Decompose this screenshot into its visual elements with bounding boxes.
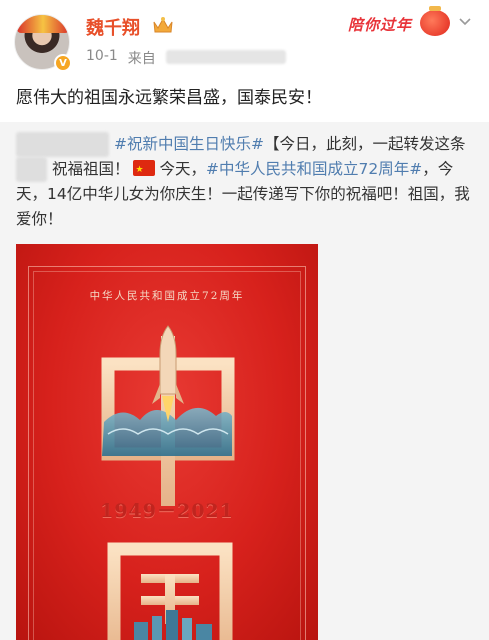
topic-link-birthday[interactable]: #祝新中国生日快乐# (114, 135, 264, 153)
promo-badge-text: 陪你过年 (348, 16, 413, 34)
lantern-icon (420, 6, 450, 36)
chevron-down-icon[interactable] (458, 14, 472, 28)
repost-author-blurred[interactable]: @某某某某某 (16, 132, 110, 157)
china-flag-icon (133, 158, 156, 183)
post-header: V 魏千翔 10-1 来自 陪你过年 (0, 0, 489, 78)
verified-badge-icon: V (54, 54, 72, 72)
post-time: 10-1 (86, 48, 118, 64)
topic-link-anniversary[interactable]: #中华人民共和国成立72周年# (206, 160, 422, 178)
repost-text: @某某某某某 #祝新中国生日快乐#【今日，此刻，一起转发这条微博 祝福祖国！ 今天… (16, 132, 476, 232)
crown-icon (153, 17, 173, 33)
post-body-text: 愿伟大的祖国永远繁荣昌盛，国泰民安！ (16, 88, 322, 108)
poster-artwork (101, 325, 235, 640)
repost-segment-1: 【今日，此刻，一起转发这条 (263, 135, 466, 153)
rocket-graphic (152, 325, 184, 422)
poster-years: 1949－2021 (100, 500, 234, 522)
repost-segment-3: 今天， (159, 160, 206, 178)
promo-badge[interactable]: 陪你过年 (348, 6, 454, 40)
poster-image[interactable]: 中华人民共和国成立72周年 1949－2021 (16, 244, 318, 640)
repost-segment-2: 祝福祖国！ (51, 160, 130, 178)
blurred-text: 微博 (16, 157, 48, 182)
username[interactable]: 魏千翔 (86, 14, 140, 40)
post-meta: 10-1 来自 (86, 48, 286, 68)
reposted-content[interactable]: @某某某某某 #祝新中国生日快乐#【今日，此刻，一起转发这条微博 祝福祖国！ 今天… (0, 122, 489, 640)
post-source-label: 来自 (127, 51, 156, 67)
post-source-blurred (165, 50, 286, 64)
character-guo-graphic (107, 542, 233, 640)
festive-hat-decoration (17, 15, 69, 33)
